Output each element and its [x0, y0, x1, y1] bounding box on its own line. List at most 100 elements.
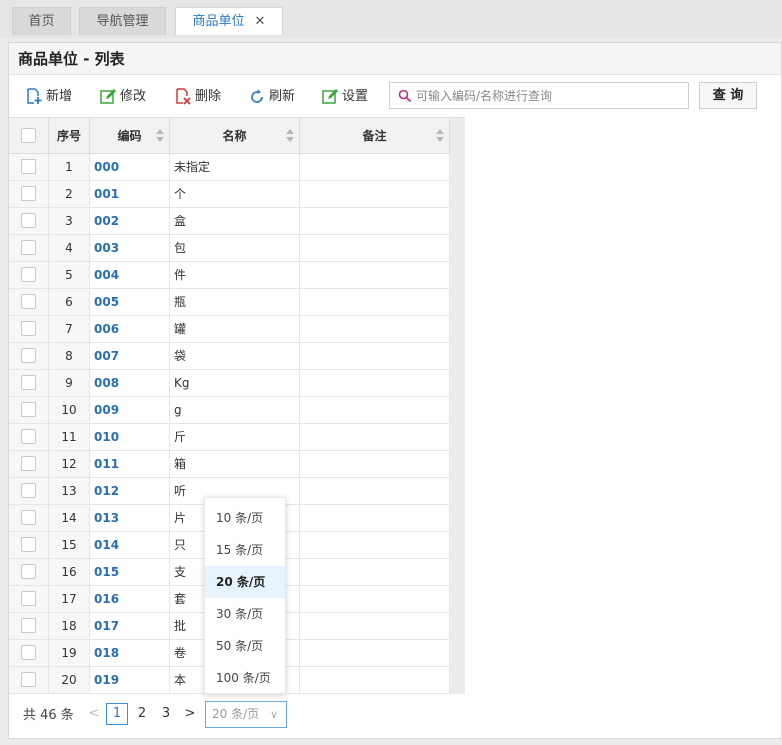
row-checkbox[interactable] — [21, 645, 36, 660]
header-remark-label: 备注 — [362, 129, 387, 143]
header-code[interactable]: 编码 — [90, 118, 170, 154]
row-code[interactable]: 009 — [90, 397, 170, 423]
delete-label: 删除 — [195, 89, 222, 104]
row-checkbox[interactable] — [21, 213, 36, 228]
row-code[interactable]: 000 — [90, 154, 170, 180]
row-checkbox-cell — [9, 262, 49, 288]
table-row[interactable]: 10 009 g — [9, 397, 450, 424]
page-size-dropdown: 10 条/页 15 条/页 20 条/页 30 条/页 50 条/页 100 条… — [204, 497, 286, 694]
row-code[interactable]: 017 — [90, 613, 170, 639]
row-code[interactable]: 008 — [90, 370, 170, 396]
row-checkbox[interactable] — [21, 402, 36, 417]
prev-page-button[interactable]: < — [88, 703, 100, 725]
row-checkbox[interactable] — [21, 537, 36, 552]
page-size-option[interactable]: 100 条/页 — [205, 662, 285, 694]
row-code[interactable]: 010 — [90, 424, 170, 450]
row-checkbox[interactable] — [21, 429, 36, 444]
tab-nav-management-label: 导航管理 — [96, 14, 149, 29]
row-code[interactable]: 001 — [90, 181, 170, 207]
row-code[interactable]: 015 — [90, 559, 170, 585]
row-code[interactable]: 019 — [90, 667, 170, 693]
row-seq: 19 — [49, 640, 90, 666]
page-size-option[interactable]: 30 条/页 — [205, 598, 285, 630]
table-row[interactable]: 5 004 件 — [9, 262, 450, 289]
table-row[interactable]: 3 002 盒 — [9, 208, 450, 235]
tab-bar: 首页 导航管理 商品单位 ✕ — [0, 0, 782, 38]
table-row[interactable]: 7 006 罐 — [9, 316, 450, 343]
query-button[interactable]: 查 询 — [699, 82, 757, 109]
row-seq: 7 — [49, 316, 90, 342]
delete-icon — [176, 88, 191, 105]
row-checkbox-cell — [9, 181, 49, 207]
row-code[interactable]: 007 — [90, 343, 170, 369]
row-seq: 9 — [49, 370, 90, 396]
row-checkbox[interactable] — [21, 564, 36, 579]
row-seq: 13 — [49, 478, 90, 504]
header-name[interactable]: 名称 — [170, 118, 300, 154]
row-code[interactable]: 016 — [90, 586, 170, 612]
row-checkbox[interactable] — [21, 267, 36, 282]
page-size-option[interactable]: 15 条/页 — [205, 534, 285, 566]
refresh-icon — [251, 89, 263, 103]
row-code[interactable]: 005 — [90, 289, 170, 315]
table-row[interactable]: 9 008 Kg — [9, 370, 450, 397]
row-checkbox[interactable] — [21, 591, 36, 606]
row-checkbox[interactable] — [21, 618, 36, 633]
row-code[interactable]: 011 — [90, 451, 170, 477]
page-2[interactable]: 2 — [136, 703, 148, 725]
row-code[interactable]: 018 — [90, 640, 170, 666]
table-row[interactable]: 1 000 未指定 — [9, 154, 450, 181]
page-size-option-selected[interactable]: 20 条/页 — [205, 566, 285, 598]
row-checkbox[interactable] — [21, 321, 36, 336]
row-seq: 11 — [49, 424, 90, 450]
row-code[interactable]: 013 — [90, 505, 170, 531]
row-checkbox[interactable] — [21, 672, 36, 687]
row-seq: 12 — [49, 451, 90, 477]
tab-home[interactable]: 首页 — [12, 7, 71, 35]
row-remark — [300, 208, 450, 234]
page-1[interactable]: 1 — [106, 703, 128, 725]
row-checkbox[interactable] — [21, 483, 36, 498]
row-checkbox[interactable] — [21, 348, 36, 363]
vertical-scrollbar[interactable] — [450, 154, 465, 694]
row-code[interactable]: 012 — [90, 478, 170, 504]
header-seq: 序号 — [49, 118, 90, 154]
row-code[interactable]: 014 — [90, 532, 170, 558]
row-checkbox[interactable] — [21, 375, 36, 390]
page-size-option[interactable]: 10 条/页 — [205, 502, 285, 534]
page-3[interactable]: 3 — [160, 703, 172, 725]
row-name: 件 — [170, 262, 300, 288]
row-remark — [300, 424, 450, 450]
table-row[interactable]: 4 003 包 — [9, 235, 450, 262]
row-checkbox[interactable] — [21, 240, 36, 255]
table-row[interactable]: 2 001 个 — [9, 181, 450, 208]
tab-nav-management[interactable]: 导航管理 — [79, 7, 166, 35]
row-seq: 8 — [49, 343, 90, 369]
table-row[interactable]: 8 007 袋 — [9, 343, 450, 370]
edit-icon — [100, 89, 116, 104]
search-box — [389, 82, 689, 109]
row-checkbox[interactable] — [21, 294, 36, 309]
row-checkbox[interactable] — [21, 159, 36, 174]
row-code[interactable]: 004 — [90, 262, 170, 288]
page-size-option[interactable]: 50 条/页 — [205, 630, 285, 662]
tab-product-unit[interactable]: 商品单位 ✕ — [175, 7, 283, 35]
page-size-select[interactable]: 20 条/页 ∨ — [205, 701, 287, 728]
row-seq: 16 — [49, 559, 90, 585]
row-checkbox[interactable] — [21, 456, 36, 471]
row-checkbox[interactable] — [21, 186, 36, 201]
row-code[interactable]: 006 — [90, 316, 170, 342]
table-row[interactable]: 6 005 瓶 — [9, 289, 450, 316]
search-input[interactable] — [416, 86, 684, 105]
select-all-checkbox[interactable] — [21, 128, 36, 143]
close-icon[interactable]: ✕ — [255, 14, 266, 29]
main-panel: 商品单位 - 列表 新增 修改 删除 刷新 设置 查 询 — [8, 42, 782, 739]
table-row[interactable]: 11 010 斤 — [9, 424, 450, 451]
row-code[interactable]: 003 — [90, 235, 170, 261]
table-row[interactable]: 12 011 箱 — [9, 451, 450, 478]
row-code[interactable]: 002 — [90, 208, 170, 234]
row-checkbox[interactable] — [21, 510, 36, 525]
header-remark[interactable]: 备注 — [300, 118, 450, 154]
row-checkbox-cell — [9, 613, 49, 639]
next-page-button[interactable]: > — [184, 703, 196, 725]
